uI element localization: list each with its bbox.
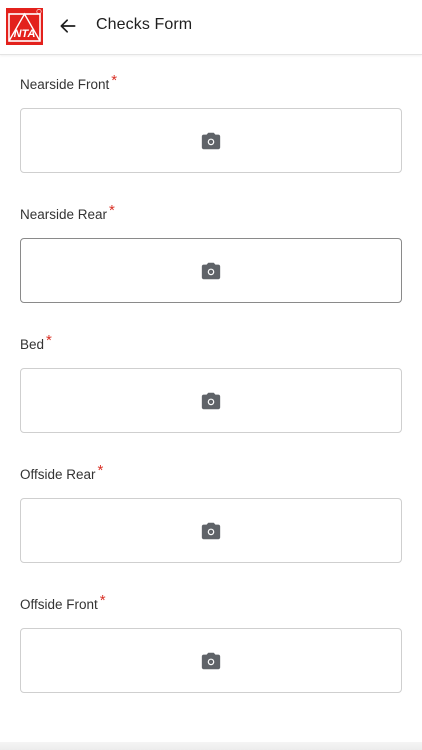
bottom-edge-bar	[0, 742, 422, 750]
company-logo: NTA	[6, 8, 43, 45]
photo-upload-box[interactable]	[20, 498, 402, 563]
photo-upload-box[interactable]	[20, 368, 402, 433]
back-button[interactable]	[56, 14, 80, 38]
required-asterisk: *	[97, 462, 104, 479]
svg-text:NTA: NTA	[14, 28, 36, 40]
photo-upload-box[interactable]	[20, 628, 402, 693]
field-label: Offside Front	[20, 597, 98, 612]
camera-icon	[201, 132, 221, 149]
camera-icon	[201, 392, 221, 409]
required-asterisk: *	[109, 202, 115, 219]
required-asterisk: *	[99, 592, 106, 609]
camera-icon	[201, 652, 221, 669]
arrow-left-icon	[60, 19, 76, 33]
photo-upload-box[interactable]	[20, 108, 402, 173]
field-label: Nearside Rear	[20, 207, 108, 222]
field-label: Nearside Front	[20, 77, 110, 92]
field-label: Offside Rear	[20, 467, 96, 482]
page-title: Checks Form	[96, 16, 193, 33]
required-asterisk: *	[46, 332, 52, 349]
photo-upload-box[interactable]	[20, 238, 402, 303]
required-asterisk: *	[111, 72, 118, 89]
field-label: Bed	[20, 337, 45, 352]
app-bar: NTA Checks Form	[0, 0, 422, 55]
camera-icon	[201, 262, 221, 279]
camera-icon	[201, 522, 221, 539]
